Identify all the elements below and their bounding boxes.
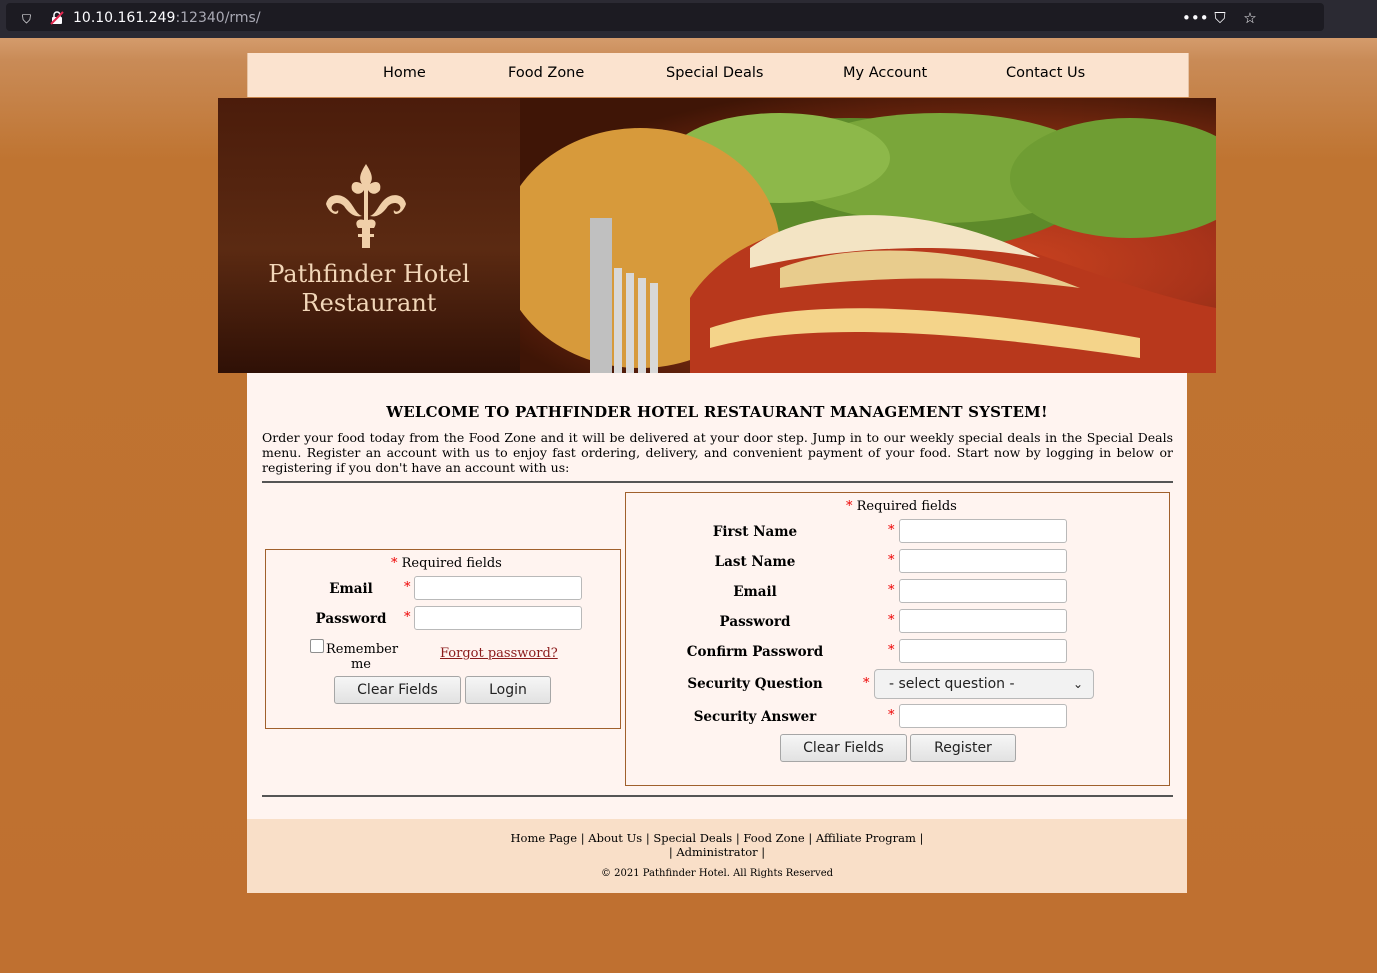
register-password-required: * bbox=[888, 613, 895, 628]
login-password-required: * bbox=[404, 610, 411, 625]
login-email-required: * bbox=[404, 580, 411, 595]
security-answer-required: * bbox=[888, 708, 895, 723]
security-answer-label: Security Answer bbox=[693, 709, 817, 725]
nav-my-account[interactable]: My Account bbox=[843, 65, 927, 81]
browser-toolbar: ⛉ 10.10.161.249:12340/rms/ ••• ⛉ ☆ bbox=[0, 0, 1377, 38]
confirm-password-required: * bbox=[888, 643, 895, 658]
more-actions-icon[interactable]: ••• bbox=[1182, 9, 1209, 27]
banner-title-line1: Pathfinder Hotel bbox=[268, 260, 470, 288]
footer-link-home-page[interactable]: Home Page bbox=[511, 831, 578, 845]
tracking-shield-icon[interactable]: ⛉ bbox=[22, 12, 31, 27]
url-host: 10.10.161.249 bbox=[73, 10, 176, 26]
pocket-icon[interactable]: ⛉ bbox=[1212, 9, 1228, 27]
security-question-value: - select question - bbox=[889, 676, 1015, 692]
footer-link-food-zone[interactable]: Food Zone bbox=[743, 831, 804, 845]
banner-title-line2: Restaurant bbox=[301, 289, 437, 317]
chevron-down-icon: ⌄ bbox=[1072, 677, 1083, 691]
login-clear-button[interactable]: Clear Fields bbox=[334, 676, 461, 704]
remember-me-checkbox[interactable] bbox=[310, 639, 324, 653]
footer-links: Home Page | About Us | Special Deals | F… bbox=[510, 831, 924, 859]
divider-top bbox=[262, 481, 1173, 483]
nav-special-deals[interactable]: Special Deals bbox=[666, 65, 763, 81]
first-name-input[interactable] bbox=[899, 519, 1067, 543]
login-password-input[interactable] bbox=[414, 606, 582, 630]
footer-link-about-us[interactable]: About Us bbox=[588, 831, 642, 845]
confirm-password-label: Confirm Password bbox=[686, 644, 824, 660]
last-name-label: Last Name bbox=[714, 554, 796, 570]
forgot-password-link[interactable]: Forgot password? bbox=[440, 646, 558, 661]
remember-me-label: Remember me bbox=[326, 642, 399, 672]
register-required-note: * Required fields bbox=[846, 499, 957, 514]
footer: Home Page | About Us | Special Deals | F… bbox=[247, 819, 1187, 893]
footer-link-affiliate-program[interactable]: Affiliate Program bbox=[816, 831, 916, 845]
copyright-text: © 2021 Pathfinder Hotel. All Rights Rese… bbox=[600, 868, 834, 879]
url-text[interactable]: 10.10.161.249:12340/rms/ bbox=[73, 10, 261, 26]
register-password-input[interactable] bbox=[899, 609, 1067, 633]
login-password-label: Password bbox=[315, 611, 387, 627]
login-required-note: * Required fields bbox=[391, 556, 502, 571]
register-password-label: Password bbox=[719, 614, 791, 630]
nav-food-zone[interactable]: Food Zone bbox=[508, 65, 584, 81]
lasagna-photo bbox=[500, 98, 1216, 373]
nav-home[interactable]: Home bbox=[383, 65, 426, 81]
register-form: * Required fields First Name * Last Name… bbox=[625, 492, 1170, 786]
register-email-input[interactable] bbox=[899, 579, 1067, 603]
first-name-label: First Name bbox=[712, 524, 798, 540]
security-question-select[interactable]: - select question - ⌄ bbox=[874, 669, 1094, 699]
security-question-label: Security Question bbox=[687, 676, 823, 692]
header-banner: Pathfinder Hotel Restaurant bbox=[218, 98, 1216, 373]
register-email-required: * bbox=[888, 583, 895, 598]
intro-text: Order your food today from the Food Zone… bbox=[262, 430, 1173, 475]
main-content: WELCOME TO PATHFINDER HOTEL RESTAURANT M… bbox=[247, 373, 1187, 819]
url-path: :12340/rms/ bbox=[175, 10, 261, 26]
nav-contact-us[interactable]: Contact Us bbox=[1006, 65, 1085, 81]
security-question-required: * bbox=[863, 676, 870, 691]
footer-link-administrator[interactable]: Administrator bbox=[676, 845, 757, 859]
register-clear-button[interactable]: Clear Fields bbox=[780, 734, 907, 762]
address-bar[interactable]: ⛉ 10.10.161.249:12340/rms/ ••• ⛉ ☆ bbox=[6, 3, 1324, 31]
login-form: * Required fields Email * Password * Rem… bbox=[265, 549, 621, 729]
last-name-input[interactable] bbox=[899, 549, 1067, 573]
first-name-required: * bbox=[888, 523, 895, 538]
login-button[interactable]: Login bbox=[465, 676, 551, 704]
register-email-label: Email bbox=[733, 584, 777, 600]
login-email-label: Email bbox=[329, 581, 373, 597]
main-nav: Home Food Zone Special Deals My Account … bbox=[247, 53, 1189, 97]
hotel-crest-logo bbox=[326, 164, 406, 248]
lasagna-illustration bbox=[500, 113, 1216, 373]
login-email-input[interactable] bbox=[414, 576, 582, 600]
page-title: WELCOME TO PATHFINDER HOTEL RESTAURANT M… bbox=[386, 403, 1048, 421]
security-answer-input[interactable] bbox=[899, 704, 1067, 728]
footer-link-special-deals[interactable]: Special Deals bbox=[653, 831, 732, 845]
confirm-password-input[interactable] bbox=[899, 639, 1067, 663]
insecure-lock-icon[interactable] bbox=[50, 11, 64, 25]
register-button[interactable]: Register bbox=[910, 734, 1016, 762]
bookmark-star-icon[interactable]: ☆ bbox=[1242, 9, 1258, 27]
divider-bottom bbox=[262, 795, 1173, 797]
last-name-required: * bbox=[888, 553, 895, 568]
banner-brand-panel: Pathfinder Hotel Restaurant bbox=[218, 98, 520, 373]
